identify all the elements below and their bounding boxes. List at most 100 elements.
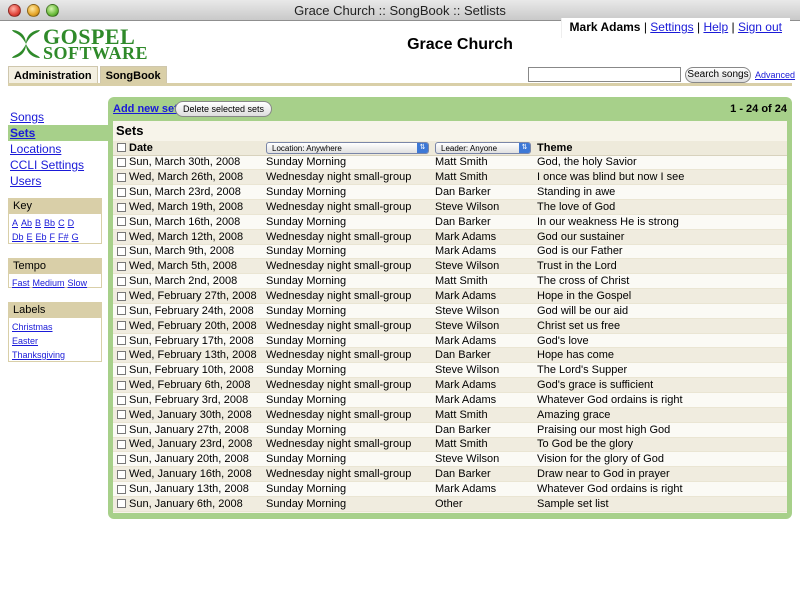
row-checkbox[interactable]: [117, 158, 126, 168]
key-link-a[interactable]: A: [12, 218, 18, 228]
table-row[interactable]: Sun, January 20th, 2008 Sunday Morning Ste…: [113, 451, 787, 468]
label-link-thanksgiving[interactable]: Thanksgiving: [12, 348, 95, 362]
sidebar-item-songs[interactable]: Songs: [10, 109, 108, 125]
key-link-c[interactable]: C: [58, 218, 65, 228]
set-date[interactable]: Wed, January 16th, 2008: [129, 466, 266, 483]
row-checkbox[interactable]: [117, 276, 126, 286]
table-row[interactable]: Wed, March 12th, 2008 Wednesday night sma…: [113, 229, 787, 245]
set-date[interactable]: Wed, March 19th, 2008: [129, 199, 266, 215]
row-checkbox[interactable]: [117, 321, 126, 331]
set-date[interactable]: Wed, February 20th, 2008: [129, 318, 266, 334]
advanced-search-link[interactable]: Advanced: [755, 70, 795, 80]
row-checkbox[interactable]: [117, 484, 126, 494]
sidebar-item-ccli-settings[interactable]: CCLI Settings: [10, 157, 108, 173]
row-checkbox[interactable]: [117, 380, 126, 390]
table-row[interactable]: Wed, January 30th, 2008 Wednesday night s…: [113, 407, 787, 423]
row-checkbox[interactable]: [117, 202, 126, 212]
date-column-header[interactable]: Date: [129, 141, 266, 156]
set-date[interactable]: Sun, March 9th, 2008: [129, 244, 266, 260]
sign-out-link[interactable]: Sign out: [738, 20, 782, 34]
row-checkbox[interactable]: [117, 247, 126, 257]
table-row[interactable]: Sun, March 23rd, 2008 Sunday Morning Dan B…: [113, 184, 787, 201]
row-checkbox[interactable]: [117, 365, 126, 375]
row-checkbox[interactable]: [117, 336, 126, 346]
table-row[interactable]: Sun, January 13th, 2008 Sunday Morning Mar…: [113, 481, 787, 497]
set-date[interactable]: Sun, February 10th, 2008: [129, 362, 266, 379]
tab-administration[interactable]: Administration: [8, 66, 98, 84]
row-checkbox[interactable]: [117, 261, 126, 271]
key-link-g[interactable]: G: [72, 232, 79, 242]
label-link-easter[interactable]: Easter: [12, 334, 95, 348]
set-date[interactable]: Wed, March 5th, 2008: [129, 258, 266, 275]
table-row[interactable]: Wed, March 5th, 2008 Wednesday night smal…: [113, 258, 787, 275]
row-checkbox[interactable]: [117, 291, 126, 301]
table-row[interactable]: Sun, February 3rd, 2008 Sunday Morning Mar…: [113, 392, 787, 408]
table-row[interactable]: Sun, February 17th, 2008 Sunday Morning Ma…: [113, 333, 787, 349]
set-date[interactable]: Sun, February 24th, 2008: [129, 303, 266, 319]
set-date[interactable]: Sun, January 13th, 2008: [129, 481, 266, 497]
set-date[interactable]: Sun, February 3rd, 2008: [129, 392, 266, 408]
key-link-b[interactable]: B: [35, 218, 41, 228]
set-date[interactable]: Wed, February 6th, 2008: [129, 377, 266, 393]
table-row[interactable]: Wed, February 6th, 2008 Wednesday night s…: [113, 377, 787, 393]
tab-songbook[interactable]: SongBook: [99, 66, 167, 84]
table-row[interactable]: Sun, February 24th, 2008 Sunday Morning St…: [113, 303, 787, 319]
zoom-window-icon[interactable]: [46, 4, 59, 17]
set-date[interactable]: Wed, January 30th, 2008: [129, 407, 266, 423]
key-link-f[interactable]: F: [50, 232, 56, 242]
search-input[interactable]: [528, 67, 681, 82]
set-date[interactable]: Sun, March 2nd, 2008: [129, 273, 266, 290]
select-all-checkbox[interactable]: [117, 143, 126, 153]
table-row[interactable]: Sun, January 27th, 2008 Sunday Morning Dan…: [113, 422, 787, 438]
row-checkbox[interactable]: [117, 395, 126, 405]
key-link-db[interactable]: Db: [12, 232, 24, 242]
tempo-link-medium[interactable]: Medium: [33, 278, 65, 288]
table-row[interactable]: Sun, February 10th, 2008 Sunday Morning St…: [113, 362, 787, 379]
label-link-christmas[interactable]: Christmas: [12, 320, 95, 334]
key-link-f-sharp[interactable]: F#: [58, 232, 69, 242]
set-date[interactable]: Wed, January 23rd, 2008: [129, 437, 266, 453]
table-row[interactable]: Wed, February 20th, 2008 Wednesday night …: [113, 318, 787, 334]
location-filter-select[interactable]: Location: Anywhere ⇅: [266, 141, 429, 154]
key-link-ab[interactable]: Ab: [21, 218, 32, 228]
sidebar-item-users[interactable]: Users: [10, 173, 108, 189]
set-date[interactable]: Sun, March 16th, 2008: [129, 214, 266, 230]
table-row[interactable]: Sun, January 6th, 2008 Sunday Morning Othe…: [113, 496, 787, 512]
table-row[interactable]: Sun, March 2nd, 2008 Sunday Morning Matt S…: [113, 273, 787, 290]
table-row[interactable]: Sun, March 16th, 2008 Sunday Morning Dan B…: [113, 214, 787, 230]
row-checkbox[interactable]: [117, 350, 126, 360]
tempo-link-slow[interactable]: Slow: [68, 278, 88, 288]
row-checkbox[interactable]: [117, 172, 126, 182]
table-row[interactable]: Wed, March 26th, 2008 Wednesday night sma…: [113, 169, 787, 186]
set-date[interactable]: Sun, January 27th, 2008: [129, 422, 266, 438]
set-date[interactable]: Wed, February 13th, 2008: [129, 347, 266, 364]
row-checkbox[interactable]: [117, 425, 126, 435]
key-link-bb[interactable]: Bb: [44, 218, 55, 228]
row-checkbox[interactable]: [117, 232, 126, 242]
table-row[interactable]: Sun, March 9th, 2008 Sunday Morning Mark A…: [113, 244, 787, 260]
row-checkbox[interactable]: [117, 499, 126, 509]
row-checkbox[interactable]: [117, 217, 126, 227]
row-checkbox[interactable]: [117, 440, 126, 450]
table-row[interactable]: Wed, March 19th, 2008 Wednesday night sma…: [113, 199, 787, 215]
settings-link[interactable]: Settings: [650, 20, 693, 34]
set-date[interactable]: Sun, January 20th, 2008: [129, 451, 266, 468]
row-checkbox[interactable]: [117, 469, 126, 479]
key-link-e[interactable]: E: [27, 232, 33, 242]
table-row[interactable]: Wed, February 27th, 2008 Wednesday night …: [113, 288, 787, 304]
delete-selected-sets-button[interactable]: Delete selected sets: [175, 101, 272, 117]
row-checkbox[interactable]: [117, 454, 126, 464]
set-date[interactable]: Wed, March 12th, 2008: [129, 229, 266, 245]
set-date[interactable]: Wed, February 27th, 2008: [129, 288, 266, 304]
table-row[interactable]: Sun, March 30th, 2008 Sunday Morning Matt …: [113, 155, 787, 171]
sidebar-item-locations[interactable]: Locations: [10, 141, 108, 157]
help-link[interactable]: Help: [703, 20, 728, 34]
key-link-eb[interactable]: Eb: [36, 232, 47, 242]
table-row[interactable]: Wed, February 13th, 2008 Wednesday night …: [113, 347, 787, 364]
minimize-window-icon[interactable]: [27, 4, 40, 17]
set-date[interactable]: Sun, March 23rd, 2008: [129, 184, 266, 201]
row-checkbox[interactable]: [117, 187, 126, 197]
tempo-link-fast[interactable]: Fast: [12, 278, 30, 288]
row-checkbox[interactable]: [117, 306, 126, 316]
set-date[interactable]: Sun, February 17th, 2008: [129, 333, 266, 349]
